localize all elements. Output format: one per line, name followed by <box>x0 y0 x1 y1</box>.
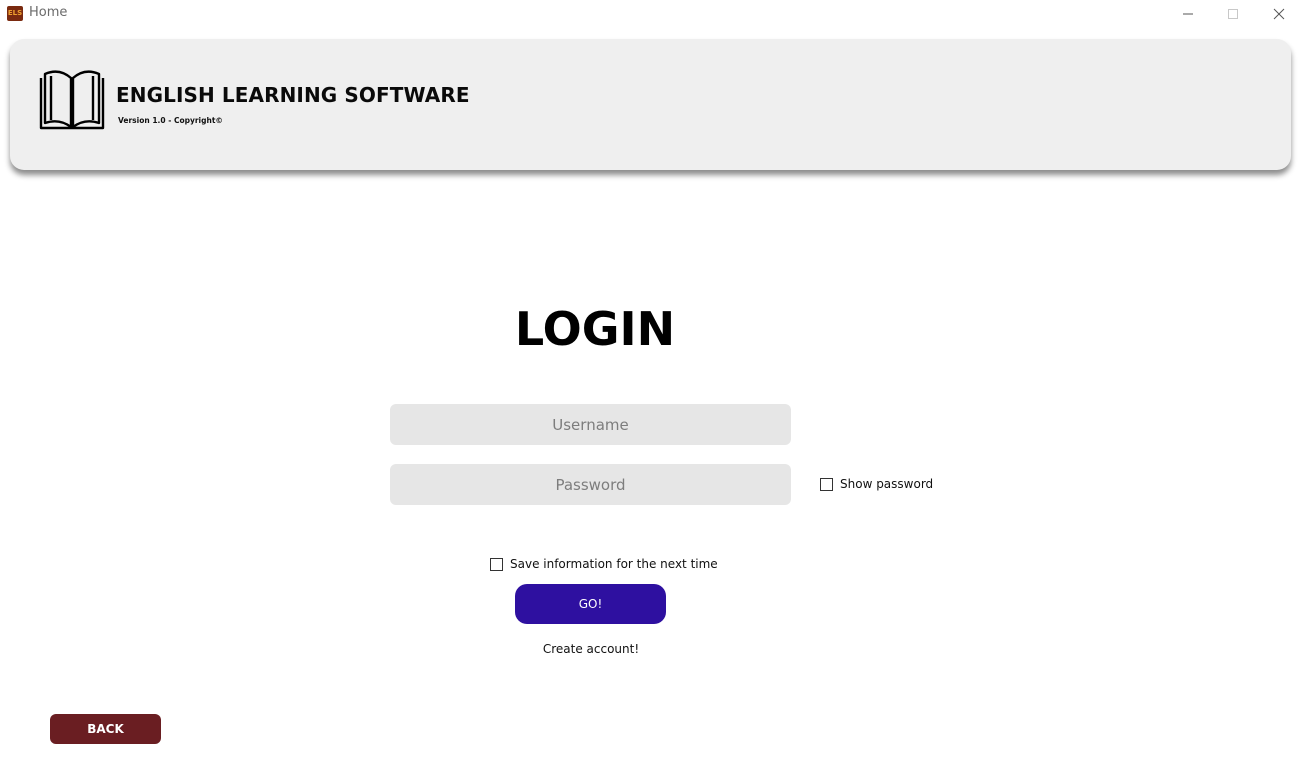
back-button[interactable]: BACK <box>50 714 161 744</box>
minimize-button[interactable] <box>1165 0 1211 28</box>
password-input[interactable] <box>390 464 791 505</box>
show-password-label: Show password <box>840 477 934 491</box>
minimize-icon <box>1183 13 1193 15</box>
close-button[interactable] <box>1256 0 1300 28</box>
login-heading: LOGIN <box>514 302 676 356</box>
window-title: Home <box>29 5 68 20</box>
version-label: Version 1.0 - Copyright© <box>118 116 223 125</box>
show-password-checkbox[interactable] <box>820 477 833 491</box>
go-button[interactable]: GO! <box>515 584 666 624</box>
create-account-link[interactable]: Create account! <box>491 642 691 656</box>
header-banner: ENGLISH LEARNING SOFTWARE Version 1.0 - … <box>10 39 1291 170</box>
save-info-toggle[interactable]: Save information for the next time <box>490 557 718 571</box>
open-book-icon <box>39 70 105 130</box>
close-icon <box>1273 8 1285 20</box>
username-input[interactable] <box>390 404 791 445</box>
app-icon: ELS <box>7 6 23 21</box>
maximize-button[interactable] <box>1210 0 1256 28</box>
app-title: ENGLISH LEARNING SOFTWARE <box>116 83 470 107</box>
save-info-label: Save information for the next time <box>510 557 718 571</box>
maximize-icon <box>1228 9 1238 19</box>
save-info-checkbox[interactable] <box>490 557 503 571</box>
show-password-toggle[interactable]: Show password <box>820 477 933 491</box>
window-titlebar: ELS Home <box>0 0 1300 28</box>
